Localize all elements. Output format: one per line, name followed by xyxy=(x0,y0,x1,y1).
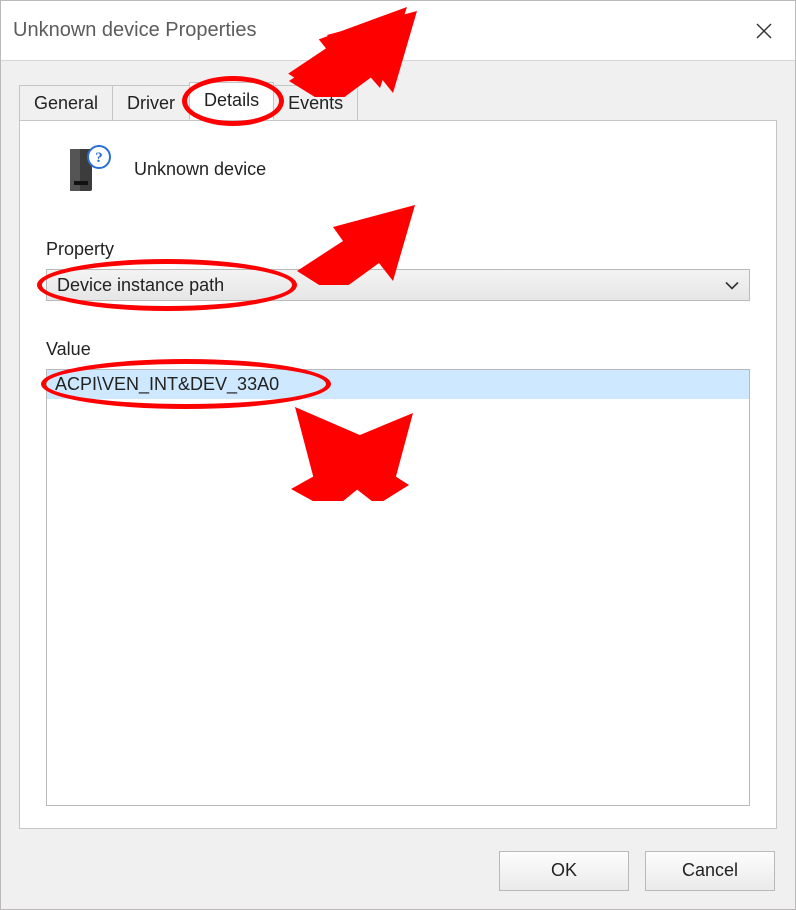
window-title: Unknown device Properties xyxy=(13,19,256,42)
dialog-buttons: OK Cancel xyxy=(499,851,775,891)
titlebar: Unknown device Properties xyxy=(1,1,795,61)
ok-button[interactable]: OK xyxy=(499,851,629,891)
chevron-down-icon xyxy=(725,275,739,296)
details-panel: ? Unknown device Property Device instanc… xyxy=(19,120,777,829)
properties-dialog: Unknown device Properties General Driver… xyxy=(0,0,796,910)
property-dropdown[interactable]: Device instance path xyxy=(46,269,750,301)
tab-driver[interactable]: Driver xyxy=(112,85,190,120)
tab-strip: General Driver Details Events xyxy=(19,84,357,120)
value-label: Value xyxy=(46,339,91,360)
tab-events[interactable]: Events xyxy=(273,85,358,120)
tab-details[interactable]: Details xyxy=(189,82,274,120)
property-label: Property xyxy=(46,239,114,260)
device-icon: ? xyxy=(66,143,112,195)
close-icon xyxy=(755,22,773,40)
svg-text:?: ? xyxy=(95,150,103,166)
device-label: Unknown device xyxy=(134,159,266,180)
device-header: ? Unknown device xyxy=(66,143,266,195)
cancel-button[interactable]: Cancel xyxy=(645,851,775,891)
close-button[interactable] xyxy=(733,1,795,61)
value-listbox[interactable]: ACPI\VEN_INT&DEV_33A0 xyxy=(46,369,750,806)
value-row[interactable]: ACPI\VEN_INT&DEV_33A0 xyxy=(47,370,749,399)
property-selected: Device instance path xyxy=(57,275,224,296)
tab-general[interactable]: General xyxy=(19,85,113,120)
